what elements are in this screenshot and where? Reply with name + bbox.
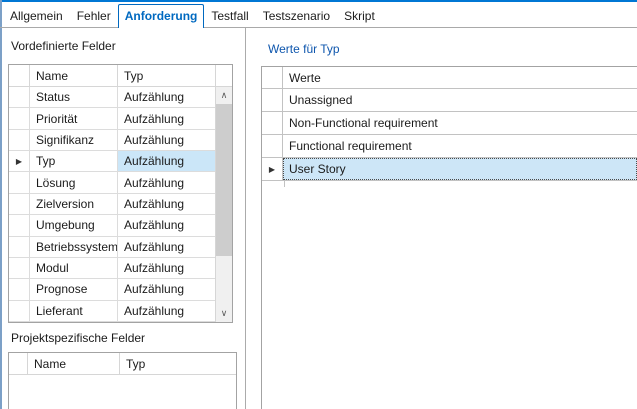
cell-typ[interactable]: Aufzählung (118, 194, 215, 214)
row-indicator-header-cell (9, 353, 28, 374)
row-indicator (9, 108, 30, 128)
predefined-table-row[interactable]: ModulAufzählung (9, 258, 215, 279)
column-header-typ[interactable]: Typ (118, 65, 215, 86)
cell-name[interactable]: Zielversion (30, 194, 118, 214)
cell-typ[interactable]: Aufzählung (118, 151, 215, 171)
predefined-table-body: StatusAufzählungPrioritätAufzählungSigni… (9, 87, 215, 322)
cell-typ[interactable]: Aufzählung (118, 108, 215, 128)
cell-name[interactable]: Status (30, 87, 118, 107)
scroll-down-button[interactable]: ∨ (216, 305, 232, 322)
predefined-table-row[interactable]: ZielversionAufzählung (9, 194, 215, 215)
row-indicator (9, 258, 30, 278)
column-header-werte[interactable]: Werte (283, 67, 637, 88)
tab-testszenario[interactable]: Testszenario (256, 4, 337, 28)
values-table-row[interactable]: Non-Functional requirement (262, 112, 637, 135)
cell-name[interactable]: Prognose (30, 279, 118, 299)
cell-typ[interactable]: Aufzählung (118, 87, 215, 107)
tab-skript[interactable]: Skript (337, 4, 382, 28)
predefined-table-row[interactable]: LösungAufzählung (9, 172, 215, 193)
scroll-up-button[interactable]: ∧ (216, 87, 232, 104)
values-table-row[interactable]: Unassigned (262, 89, 637, 112)
scrollbar-header-spacer (216, 65, 232, 87)
project-fields-label: Projektspezifische Felder (11, 331, 145, 345)
cell-typ[interactable]: Aufzählung (118, 215, 215, 235)
project-fields-table: Name Typ (8, 352, 237, 409)
window-left-accent (0, 0, 2, 409)
column-header-name[interactable]: Name (30, 65, 118, 86)
predefined-fields-table: Name Typ StatusAufzählungPrioritätAufzäh… (8, 64, 233, 323)
cell-typ[interactable]: Aufzählung (118, 237, 215, 257)
cell-name[interactable]: Priorität (30, 108, 118, 128)
row-indicator-header-cell (262, 67, 283, 88)
cell-typ[interactable]: Aufzählung (118, 301, 215, 321)
row-indicator (262, 89, 283, 111)
predefined-table-row[interactable]: ▶TypAufzählung (9, 151, 215, 172)
row-indicator (9, 279, 30, 299)
cell-name[interactable]: Typ (30, 151, 118, 171)
predefined-table-row[interactable]: PrognoseAufzählung (9, 279, 215, 300)
values-table: Werte UnassignedNon-Functional requireme… (261, 66, 637, 409)
cell-name[interactable]: Signifikanz (30, 130, 118, 150)
window-top-accent (0, 0, 637, 2)
row-indicator (9, 130, 30, 150)
column-header-name[interactable]: Name (28, 353, 120, 374)
cell-werte[interactable]: Unassigned (283, 89, 637, 111)
tab-strip: AllgemeinFehlerAnforderungTestfallTestsz… (3, 4, 382, 28)
predefined-table-row[interactable]: StatusAufzählung (9, 87, 215, 108)
predefined-table-header: Name Typ (9, 65, 215, 87)
predefined-fields-label: Vordefinierte Felder (11, 39, 116, 53)
values-table-row[interactable]: ▶User Story (262, 158, 637, 181)
tab-allgemein[interactable]: Allgemein (3, 4, 70, 28)
chevron-down-icon: ∨ (221, 308, 228, 319)
cell-werte[interactable]: Functional requirement (283, 135, 637, 157)
tab-fehler[interactable]: Fehler (70, 4, 118, 28)
tab-anforderung[interactable]: Anforderung (118, 4, 205, 28)
project-table-header: Name Typ (9, 353, 236, 375)
cell-typ[interactable]: Aufzählung (118, 130, 215, 150)
cell-name[interactable]: Umgebung (30, 215, 118, 235)
row-indicator-arrow-icon: ▶ (262, 158, 283, 180)
row-indicator-arrow-icon: ▶ (9, 151, 30, 171)
vertical-scrollbar[interactable]: ∧ ∨ (215, 65, 232, 322)
predefined-table-row[interactable]: UmgebungAufzählung (9, 215, 215, 236)
values-for-typ-label: Werte für Typ (268, 42, 340, 56)
predefined-table-row[interactable]: SignifikanzAufzählung (9, 130, 215, 151)
cell-werte[interactable]: Non-Functional requirement (283, 112, 637, 134)
predefined-table-row[interactable]: PrioritätAufzählung (9, 108, 215, 129)
cell-typ[interactable]: Aufzählung (118, 172, 215, 192)
panel-divider (245, 28, 246, 409)
scrollbar-thumb[interactable] (216, 104, 232, 256)
cell-name[interactable]: Lösung (30, 172, 118, 192)
row-indicator (9, 172, 30, 192)
row-indicator (9, 215, 30, 235)
chevron-up-icon: ∧ (221, 90, 228, 101)
values-table-body: UnassignedNon-Functional requirementFunc… (262, 89, 637, 187)
row-indicator (9, 87, 30, 107)
scrollbar-track[interactable] (216, 104, 232, 305)
values-table-header: Werte (262, 67, 637, 89)
column-header-typ[interactable]: Typ (120, 353, 236, 374)
predefined-table-row[interactable]: LieferantAufzählung (9, 301, 215, 322)
cell-name[interactable]: Betriebssystem (30, 237, 118, 257)
row-indicator-header-cell (9, 65, 30, 86)
cell-name[interactable]: Modul (30, 258, 118, 278)
cell-name[interactable]: Lieferant (30, 301, 118, 321)
cell-typ[interactable]: Aufzählung (118, 258, 215, 278)
row-indicator (262, 112, 283, 134)
tab-testfall[interactable]: Testfall (204, 4, 255, 28)
cell-werte[interactable]: User Story (283, 158, 637, 180)
row-indicator (9, 237, 30, 257)
field-configuration-window: AllgemeinFehlerAnforderungTestfallTestsz… (0, 0, 637, 409)
values-table-row[interactable]: Functional requirement (262, 135, 637, 158)
cell-typ[interactable]: Aufzählung (118, 279, 215, 299)
predefined-table-row[interactable]: BetriebssystemAufzählung (9, 237, 215, 258)
row-indicator (9, 301, 30, 321)
row-indicator (262, 135, 283, 157)
row-indicator (9, 194, 30, 214)
